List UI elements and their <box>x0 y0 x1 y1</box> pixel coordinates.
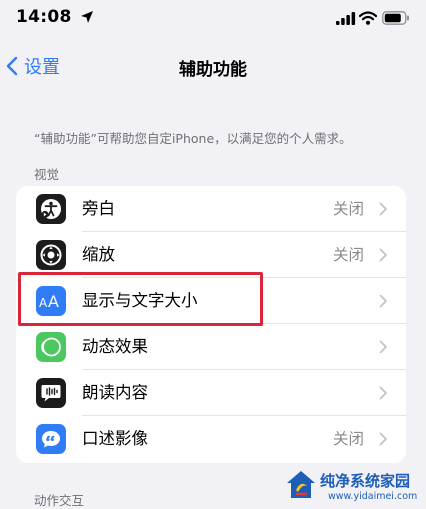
chevron-right-icon <box>379 386 387 400</box>
chevron-right-icon <box>379 432 387 446</box>
navigation-bar: 设置 辅助功能 <box>0 48 426 84</box>
watermark-url: www.yidaimei.com <box>328 491 418 502</box>
chevron-right-icon <box>379 202 387 216</box>
watermark: 纯净系统家园 www.yidaimei.com <box>272 466 422 506</box>
chevron-right-icon <box>379 248 387 262</box>
watermark-logo-icon <box>287 471 315 498</box>
battery-icon <box>382 11 409 25</box>
row-label: 口述影像 <box>82 429 148 448</box>
zoom-icon <box>36 240 66 270</box>
cellular-signal-icon <box>336 12 356 25</box>
status-time: 14:08 <box>16 7 72 27</box>
row-motion[interactable]: 动态效果 <box>16 324 406 370</box>
chevron-right-icon <box>379 294 387 308</box>
accessibility-description: “辅助功能”可帮助您自定iPhone，以满足您的个人需求。 <box>34 131 352 146</box>
row-voiceover[interactable]: 旁白 关闭 <box>16 186 406 232</box>
row-value: 关闭 <box>332 246 364 264</box>
audio-description-icon <box>36 424 66 454</box>
spoken-content-icon <box>36 378 66 408</box>
watermark-title: 纯净系统家园 <box>320 472 411 490</box>
status-bar: 14:08 <box>0 0 426 36</box>
row-label: 缩放 <box>82 245 115 264</box>
row-label: 朗读内容 <box>82 383 148 402</box>
row-spoken-content[interactable]: 朗读内容 <box>16 370 406 416</box>
wifi-icon <box>359 11 377 25</box>
row-label: 旁白 <box>82 199 115 218</box>
motion-icon <box>36 332 66 362</box>
location-arrow-icon <box>81 11 93 23</box>
chevron-right-icon <box>379 340 387 354</box>
row-audio-descriptions[interactable]: 口述影像 关闭 <box>16 416 406 462</box>
page-title: 辅助功能 <box>179 60 247 80</box>
row-value: 关闭 <box>332 430 364 448</box>
section-header-vision: 视觉 <box>34 167 60 182</box>
row-label: 动态效果 <box>82 337 148 356</box>
highlight-annotation <box>18 272 263 326</box>
section-header-physical-motor: 动作交互 <box>34 493 85 508</box>
row-value: 关闭 <box>332 200 364 218</box>
voiceover-icon <box>36 194 66 224</box>
